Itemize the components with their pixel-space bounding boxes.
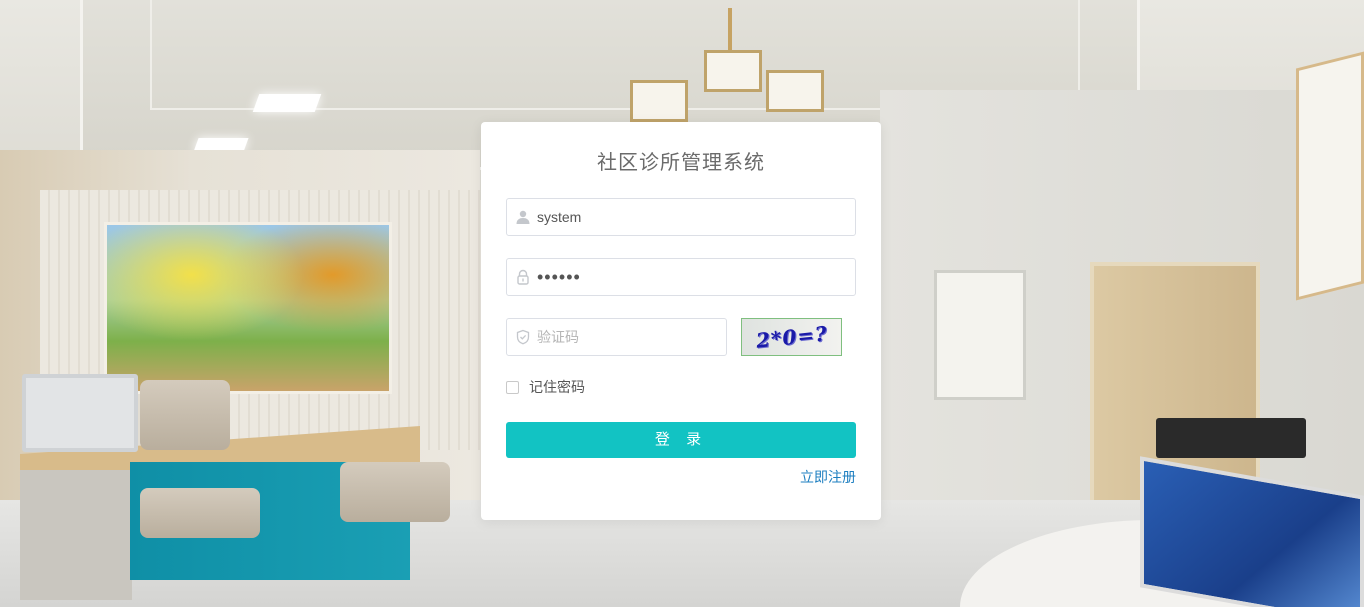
chair bbox=[140, 488, 260, 538]
remember-label: 记住密码 bbox=[529, 379, 585, 395]
printer bbox=[1156, 418, 1306, 458]
login-card: 社区诊所管理系统 2*0=? bbox=[481, 122, 881, 520]
landscape-painting bbox=[104, 222, 392, 394]
password-field[interactable] bbox=[506, 258, 856, 296]
captcha-image[interactable]: 2*0=? bbox=[741, 318, 842, 356]
shield-icon bbox=[515, 329, 531, 345]
pendant-lamp bbox=[704, 50, 762, 92]
login-title: 社区诊所管理系统 bbox=[597, 152, 765, 174]
ceiling-light bbox=[252, 94, 322, 112]
captcha-field[interactable] bbox=[506, 318, 727, 356]
remember-checkbox[interactable] bbox=[506, 380, 519, 394]
wall-artwork bbox=[1296, 51, 1364, 301]
desktop-monitor bbox=[22, 374, 138, 452]
chair bbox=[140, 380, 230, 450]
captcha-input[interactable] bbox=[537, 319, 720, 355]
username-input[interactable] bbox=[537, 199, 849, 235]
login-button[interactable]: 登 录 bbox=[506, 422, 856, 458]
captcha-image-text: 2*0=? bbox=[754, 321, 829, 353]
username-field[interactable] bbox=[506, 198, 856, 236]
pendant-lamp bbox=[766, 70, 824, 112]
pendant-lamp bbox=[630, 80, 688, 122]
wall-notice-frame bbox=[934, 270, 1026, 400]
desk-side bbox=[20, 470, 132, 600]
user-icon bbox=[515, 209, 531, 225]
lock-icon bbox=[515, 269, 531, 285]
register-link[interactable]: 立即注册 bbox=[800, 467, 856, 487]
remember-password[interactable]: 记住密码 bbox=[506, 378, 585, 396]
password-input[interactable] bbox=[537, 259, 849, 295]
chair bbox=[340, 462, 450, 522]
